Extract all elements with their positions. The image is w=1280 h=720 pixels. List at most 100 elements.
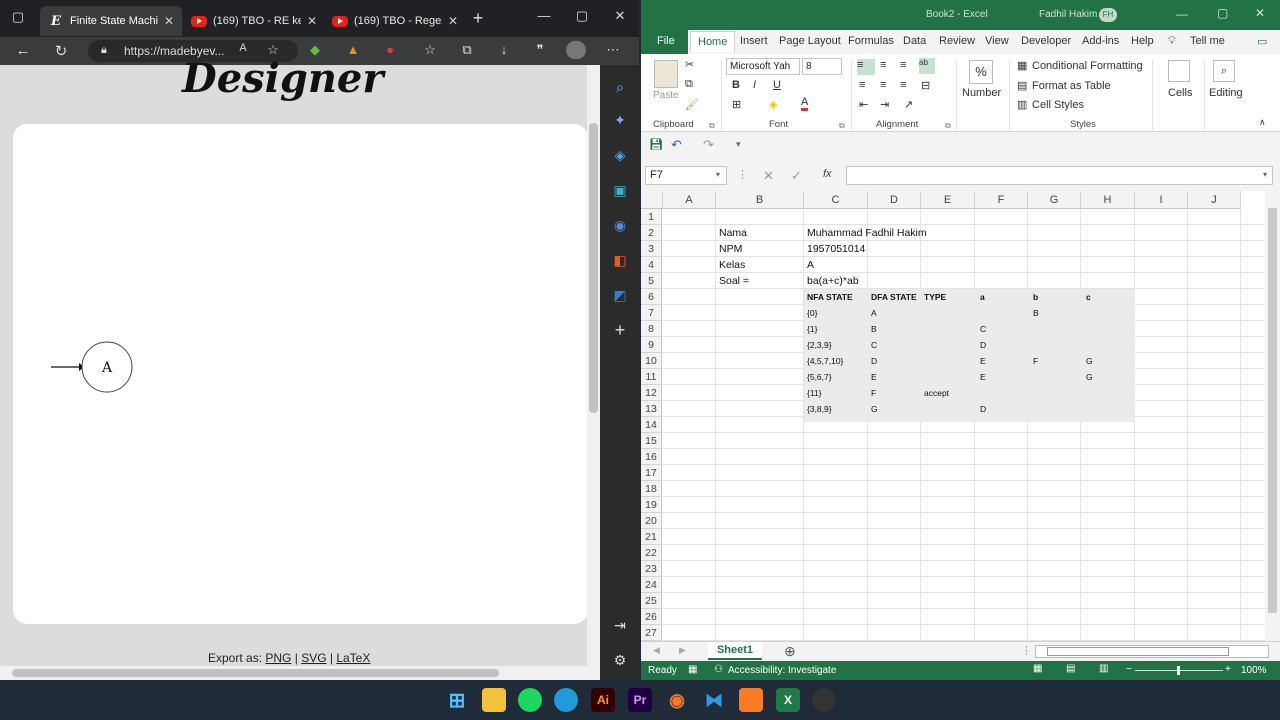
customize-qat-icon[interactable]: ▾ — [736, 139, 741, 150]
zoom-out-icon[interactable]: − — [1126, 664, 1132, 675]
formula-bar-options-icon[interactable]: ⋮ — [737, 168, 748, 181]
sidebar-collapse-icon[interactable]: ⇥ — [610, 615, 630, 635]
prev-sheet-icon[interactable]: ◀ — [653, 645, 660, 656]
tab-page-layout[interactable]: Page Layout — [779, 35, 841, 47]
row-header[interactable]: 24 — [641, 577, 662, 593]
cell[interactable]: ba(a+c)*ab — [805, 273, 859, 289]
tell-me-search[interactable]: Tell me — [1190, 35, 1225, 47]
outlook-icon[interactable]: ◩ — [610, 285, 630, 305]
accessibility-icon[interactable]: ⚇ — [714, 664, 723, 675]
maximize-icon[interactable]: ▢ — [568, 8, 596, 24]
export-latex-link[interactable]: LaTeX — [336, 651, 370, 665]
tab-help[interactable]: Help — [1131, 35, 1154, 47]
dialog-launcher-icon[interactable]: ⧉ — [945, 121, 951, 131]
row-header[interactable]: 18 — [641, 481, 662, 497]
format-painter-icon[interactable]: 🖌︎ — [685, 98, 699, 111]
cell[interactable]: A — [869, 305, 877, 321]
redo-icon[interactable]: ↷ — [703, 137, 714, 153]
row-header[interactable]: 14 — [641, 417, 662, 433]
cell[interactable]: c — [1082, 289, 1091, 305]
export-png-link[interactable]: PNG — [265, 651, 291, 665]
column-header[interactable]: C — [804, 191, 868, 209]
cell[interactable]: E — [869, 369, 877, 385]
cell[interactable]: E — [976, 369, 986, 385]
cell[interactable]: {11} — [805, 385, 822, 401]
wrap-text-icon[interactable]: ab — [919, 58, 935, 74]
bold-icon[interactable]: B — [732, 79, 740, 91]
illustrator-icon[interactable]: Ai — [591, 688, 615, 712]
download-icon[interactable]: ↓ — [494, 42, 514, 57]
cell[interactable]: TYPE — [922, 289, 946, 305]
maximize-icon[interactable]: ▢ — [1217, 6, 1228, 20]
close-window-icon[interactable]: ✕ — [1255, 6, 1265, 20]
editing-button[interactable]: Editing — [1209, 87, 1243, 99]
dialog-launcher-icon[interactable]: ⧉ — [709, 121, 715, 131]
minimize-icon[interactable]: — — [530, 8, 558, 23]
cell[interactable]: G — [869, 401, 878, 417]
row-header[interactable]: 16 — [641, 449, 662, 465]
sheet-vertical-scroll-thumb[interactable] — [1268, 208, 1277, 613]
save-icon[interactable]: 💾︎ — [649, 138, 663, 151]
tab-insert[interactable]: Insert — [740, 35, 768, 47]
vscode-icon[interactable]: ⧓ — [702, 688, 726, 712]
cell[interactable]: DFA STATE — [869, 289, 917, 305]
underline-icon[interactable]: U — [773, 79, 781, 91]
sheet-horizontal-scroll-thumb[interactable] — [1047, 647, 1229, 656]
start-icon[interactable]: ⊞ — [445, 688, 469, 712]
close-icon[interactable]: ✕ — [307, 14, 317, 28]
merge-center-icon[interactable]: ⊟ — [921, 79, 930, 92]
column-header[interactable]: E — [921, 191, 975, 209]
normal-view-icon[interactable]: ▦ — [1033, 663, 1042, 674]
column-header[interactable]: B — [716, 191, 804, 209]
tab-split-handle[interactable]: ⋮ — [1021, 644, 1032, 657]
add-icon[interactable]: + — [610, 320, 630, 340]
close-icon[interactable]: ✕ — [448, 14, 458, 28]
align-right-icon[interactable]: ≡ — [900, 79, 906, 91]
cell[interactable]: E — [976, 353, 986, 369]
align-bottom-icon[interactable]: ≡ — [900, 59, 906, 71]
edge-icon[interactable] — [554, 688, 578, 712]
comments-icon[interactable]: ▭ — [1257, 35, 1267, 48]
cut-icon[interactable]: ✂ — [685, 58, 694, 71]
cell[interactable]: {3,8,9} — [805, 401, 832, 417]
macro-record-icon[interactable]: ▦ — [688, 664, 697, 675]
back-icon[interactable]: ← — [13, 42, 33, 59]
minimize-icon[interactable]: — — [1176, 7, 1188, 21]
font-color-icon[interactable]: A — [801, 96, 809, 111]
tab-file[interactable]: File — [641, 30, 688, 54]
row-header[interactable]: 26 — [641, 609, 662, 625]
tab-tbo-re-ke-d[interactable]: (169) TBO - RE ke D ✕ — [183, 6, 325, 36]
row-header[interactable]: 7 — [641, 305, 662, 321]
align-top-icon[interactable]: ≡ — [857, 59, 875, 75]
row-header[interactable]: 12 — [641, 385, 662, 401]
shopping-tag-icon[interactable]: ◈ — [610, 145, 630, 165]
blender-icon[interactable]: ◉ — [665, 688, 689, 712]
number-format-icon[interactable]: % — [969, 60, 993, 84]
row-header[interactable]: 13 — [641, 401, 662, 417]
formula-input[interactable] — [846, 166, 1273, 185]
cell[interactable]: A — [805, 257, 814, 273]
cell[interactable]: C — [976, 321, 986, 337]
cell[interactable]: D — [976, 337, 986, 353]
close-window-icon[interactable]: ✕ — [606, 8, 634, 24]
cell[interactable]: F — [1029, 353, 1038, 369]
cell[interactable]: Soal = — [717, 273, 749, 289]
cell[interactable]: {5,6,7} — [805, 369, 832, 385]
format-as-table-button[interactable]: Format as Table — [1032, 80, 1111, 92]
games-icon[interactable]: ◉ — [610, 215, 630, 235]
tab-view[interactable]: View — [985, 35, 1009, 47]
cell[interactable]: Muhammad Fadhil Hakim — [805, 225, 927, 241]
row-header[interactable]: 15 — [641, 433, 662, 449]
cells-button[interactable]: Cells — [1168, 87, 1192, 99]
cell[interactable]: {1} — [805, 321, 817, 337]
new-tab-icon[interactable]: + — [468, 8, 488, 29]
new-sheet-icon[interactable]: ⊕ — [784, 643, 796, 660]
excel-icon[interactable]: X — [776, 688, 800, 712]
number-button[interactable]: Number — [962, 87, 1001, 99]
fsm-diagram[interactable]: A — [13, 124, 588, 624]
column-header[interactable]: G — [1028, 191, 1081, 209]
obs-icon[interactable] — [812, 688, 836, 712]
align-left-icon[interactable]: ≡ — [859, 79, 865, 91]
align-middle-icon[interactable]: ≡ — [880, 59, 886, 71]
cell[interactable]: G — [1082, 353, 1093, 369]
